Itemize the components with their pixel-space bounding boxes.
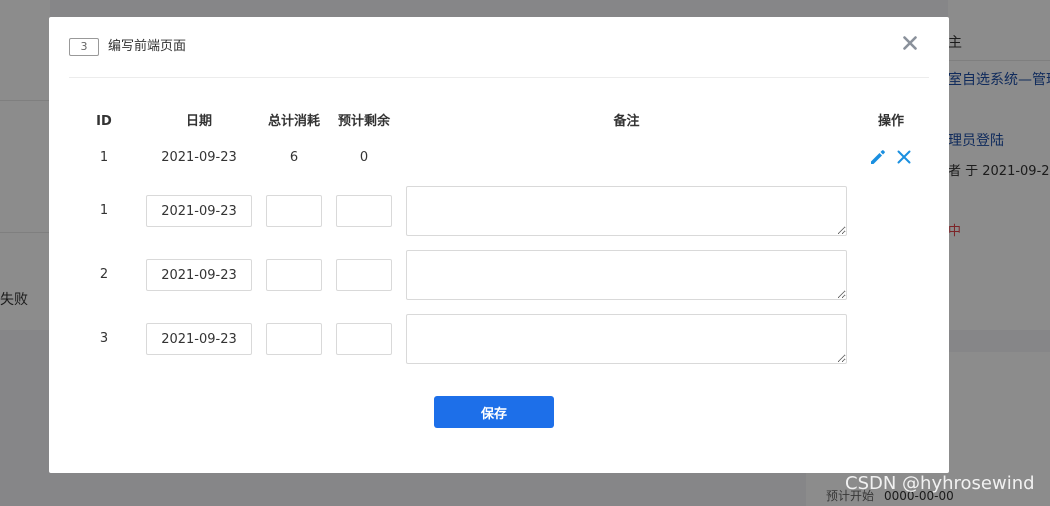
column-header-ops: 操作 bbox=[877, 114, 904, 129]
note-textarea[interactable] bbox=[406, 314, 847, 364]
effort-modal: 3 编写前端页面 ID 日期 总计消耗 预计剩余 备注 操作 1 2021-09… bbox=[49, 17, 949, 473]
modal-header: 3 编写前端页面 bbox=[69, 38, 929, 56]
close-icon bbox=[897, 150, 911, 164]
edit-button[interactable] bbox=[869, 148, 887, 166]
column-header-remain: 预计剩余 bbox=[337, 114, 390, 129]
watermark: CSDN @hyhrosewind bbox=[845, 473, 1035, 494]
remain-input[interactable] bbox=[336, 323, 392, 355]
record-date: 2021-09-23 bbox=[161, 150, 237, 165]
close-button[interactable] bbox=[897, 30, 923, 56]
record-actions bbox=[869, 148, 917, 166]
note-textarea[interactable] bbox=[406, 186, 847, 236]
pencil-icon bbox=[871, 150, 885, 164]
row-id: 3 bbox=[99, 331, 109, 346]
remain-input[interactable] bbox=[336, 259, 392, 291]
column-header-total: 总计消耗 bbox=[267, 114, 320, 129]
record-remain: 0 bbox=[359, 150, 369, 165]
column-header-note: 备注 bbox=[613, 114, 640, 129]
task-id-badge: 3 bbox=[69, 38, 99, 56]
column-header-date: 日期 bbox=[185, 114, 212, 129]
note-textarea[interactable] bbox=[406, 250, 847, 300]
delete-button[interactable] bbox=[895, 148, 913, 166]
record-total: 6 bbox=[289, 150, 299, 165]
remain-input[interactable] bbox=[336, 195, 392, 227]
record-id: 1 bbox=[99, 150, 109, 165]
total-input[interactable] bbox=[266, 259, 322, 291]
date-input[interactable] bbox=[146, 323, 252, 355]
header-divider bbox=[69, 77, 929, 78]
total-input[interactable] bbox=[266, 195, 322, 227]
close-icon bbox=[903, 36, 917, 50]
column-header-id: ID bbox=[96, 114, 112, 129]
date-input[interactable] bbox=[146, 195, 252, 227]
row-id: 2 bbox=[99, 267, 109, 282]
row-id: 1 bbox=[99, 203, 109, 218]
save-button[interactable]: 保存 bbox=[434, 396, 554, 428]
total-input[interactable] bbox=[266, 323, 322, 355]
modal-title: 编写前端页面 bbox=[108, 39, 187, 54]
date-input[interactable] bbox=[146, 259, 252, 291]
